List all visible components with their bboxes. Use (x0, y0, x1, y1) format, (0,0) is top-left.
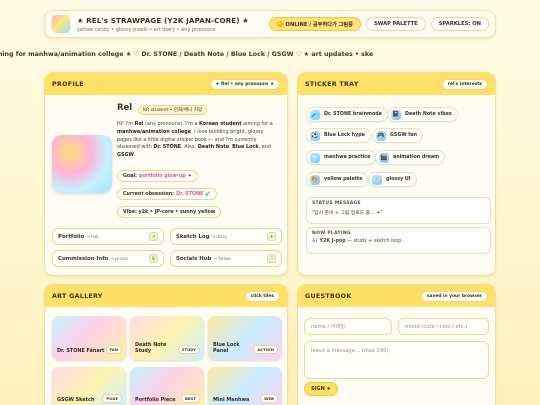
status-message-text: "입시 준비 + 그림 업로드 중… ✦" (312, 211, 383, 216)
gamepad-icon: 🎮 (376, 130, 386, 141)
gallery-tag: STUDY (177, 345, 200, 354)
sticker-tray-card: STICKER TRAY rel's interests 🧪 Dr. STONE … (297, 72, 496, 276)
guestbook-name-input[interactable]: name / 닉네임 (304, 318, 392, 335)
site-logo (51, 14, 71, 34)
online-status-button[interactable]: ✦ ONLINE / 공부하다가 그림중 (268, 17, 361, 31)
guestbook-title: GUESTBOOK (305, 292, 352, 300)
profile-card: PROFILE ★ Rel • any pronouns ★ Rel KR st… (44, 72, 288, 276)
gallery-tile[interactable]: Portfolio Piece BEST (130, 367, 204, 405)
sticker-tray-title: STICKER TRAY (305, 80, 359, 88)
arrow-up-right-icon: ↗ (149, 232, 158, 241)
profile-name: Rel (117, 103, 133, 113)
saved-in-browser-chip: saved in your browser (420, 290, 488, 302)
sign-guestbook-button[interactable]: SIGN ★ (304, 382, 338, 396)
marquee-text: ent → aiming for manhwa/animation colleg… (0, 51, 374, 58)
socials-hub-link-button[interactable]: Socials Hub → follow ♡ (170, 250, 282, 267)
now-playing-text: 🎶 Y2K J-pop — study + sketch loop (312, 239, 402, 244)
dollar-icon: $ (149, 254, 158, 263)
online-status-label: ONLINE / 공부하다가 그림중 (285, 21, 353, 28)
status-message-box: STATUS MESSAGE "입시 준비 + 그림 업로드 중… ✦" (306, 197, 491, 224)
gallery-tag: FAN (105, 345, 122, 354)
vibe-tag: Vibe: y2k • JP-core • sunny yellow (117, 206, 222, 218)
pencil-icon: ✏ (310, 152, 320, 163)
gallery-header: ART GALLERY click tiles (45, 285, 287, 307)
site-subtitle: yellow candy • glossy pixels • art diary… (77, 26, 216, 33)
portfolio-link-button[interactable]: Portfolio → link ↗ (52, 228, 164, 245)
gallery-title: ART GALLERY (52, 292, 103, 300)
flask-icon: 🧪 (205, 191, 212, 197)
sparkle-dot-icon: ✦ (276, 21, 283, 27)
sketch-log-link-button[interactable]: Sketch Log → diary + (170, 228, 282, 245)
site-header: ★ REL's STRAWPAGE (Y2K JAPAN-CORE) ★ yel… (44, 10, 496, 38)
click-tiles-chip: click tiles (244, 290, 280, 302)
profile-name-badge: KR student • 만화/애니 지망 (138, 105, 208, 115)
sticker-animation-dream[interactable]: 🎬 animation dream (375, 150, 446, 165)
guestbook-mood-input[interactable]: mood (cute / cool / etc.) (398, 318, 489, 335)
obsession-value: Dr. STONE (176, 191, 204, 197)
gallery-tile[interactable]: Blue Lock Panel ACTION (208, 316, 282, 360)
sparkles-toggle-button[interactable]: SPARKLES: ON (430, 17, 489, 31)
avatar (52, 135, 112, 193)
goal-tag: Goal: portfolio glow-up ✦ (117, 170, 198, 182)
guestbook-card: GUESTBOOK saved in your browser name / 닉… (297, 284, 496, 405)
sticker-manhwa-practice[interactable]: ✏ manhwa practice (306, 150, 377, 165)
swap-palette-button[interactable]: SWAP PALETTE (365, 17, 426, 31)
profile-bio: Hi! I'm Rel (any pronouns). I'm a Korean… (117, 121, 273, 159)
sticker-tray-header: STICKER TRAY rel's interests (298, 73, 495, 95)
profile-pronouns-chip: ★ Rel • any pronouns ★ (209, 78, 280, 90)
interests-chip: rel's interests (441, 78, 488, 90)
sticker-dr-stone[interactable]: 🧪 Dr. STONE brainmode (306, 107, 388, 122)
guestbook-message-textarea[interactable]: leave a message… (max 240) (304, 341, 489, 379)
music-icon: 🎶 (312, 239, 318, 244)
obsession-tag: Current obsession: Dr. STONE 🧪 (117, 188, 218, 200)
goal-value: portfolio glow-up (139, 173, 186, 179)
commission-info-link-button[interactable]: Commission Info → prices $ (52, 250, 164, 267)
gallery-tag: BEST (180, 394, 200, 403)
gallery-tile[interactable]: Dr. STONE Fanart FAN (52, 316, 126, 360)
clapperboard-icon: 🎬 (379, 152, 389, 163)
sticker-glossy-ui[interactable]: 💿 glossy UI (368, 172, 417, 187)
palette-icon: 🎨 (310, 174, 320, 185)
art-gallery-card: ART GALLERY click tiles Dr. STONE Fanart… (44, 284, 288, 405)
disc-icon: 💿 (372, 174, 382, 185)
heart-icon: ♡ (267, 254, 276, 263)
guestbook-header: GUESTBOOK saved in your browser (298, 285, 495, 307)
flask-icon: 🧪 (310, 109, 320, 120)
gallery-tile[interactable]: GSGW Sketch POSE (52, 367, 126, 405)
site-title: ★ REL's STRAWPAGE (Y2K JAPAN-CORE) ★ (77, 15, 249, 25)
profile-card-header: PROFILE ★ Rel • any pronouns ★ (45, 73, 287, 95)
now-playing-box: NOW PLAYING 🎶 Y2K J-pop — study + sketch… (306, 227, 491, 254)
profile-title: PROFILE (52, 80, 84, 88)
gallery-tag: ACTION (253, 345, 278, 354)
notebook-icon: 📓 (391, 109, 401, 120)
status-message-title: STATUS MESSAGE (312, 201, 361, 206)
now-playing-title: NOW PLAYING (312, 231, 352, 236)
sticker-gsgw[interactable]: 🎮 GSGW fan (372, 128, 424, 143)
sticker-yellow-palette[interactable]: 🎨 yellow palette (306, 172, 369, 187)
sparkle-icon: ✦ (187, 173, 192, 179)
news-marquee: ent → aiming for manhwa/animation colleg… (0, 48, 540, 62)
plus-icon: + (267, 232, 276, 241)
gallery-tile[interactable]: Death Note Study STUDY (130, 316, 204, 360)
sticker-death-note[interactable]: 📓 Death Note vibes (387, 107, 458, 122)
gallery-tile[interactable]: Mini Manhwa WEB (208, 367, 282, 405)
header-titles: ★ REL's STRAWPAGE (Y2K JAPAN-CORE) ★ yel… (77, 16, 264, 33)
soccer-ball-icon: ⚽ (310, 130, 320, 141)
gallery-tag: POSE (102, 394, 122, 403)
sticker-blue-lock[interactable]: ⚽ Blue Lock hype (306, 128, 371, 143)
gallery-tag: WEB (260, 394, 278, 403)
